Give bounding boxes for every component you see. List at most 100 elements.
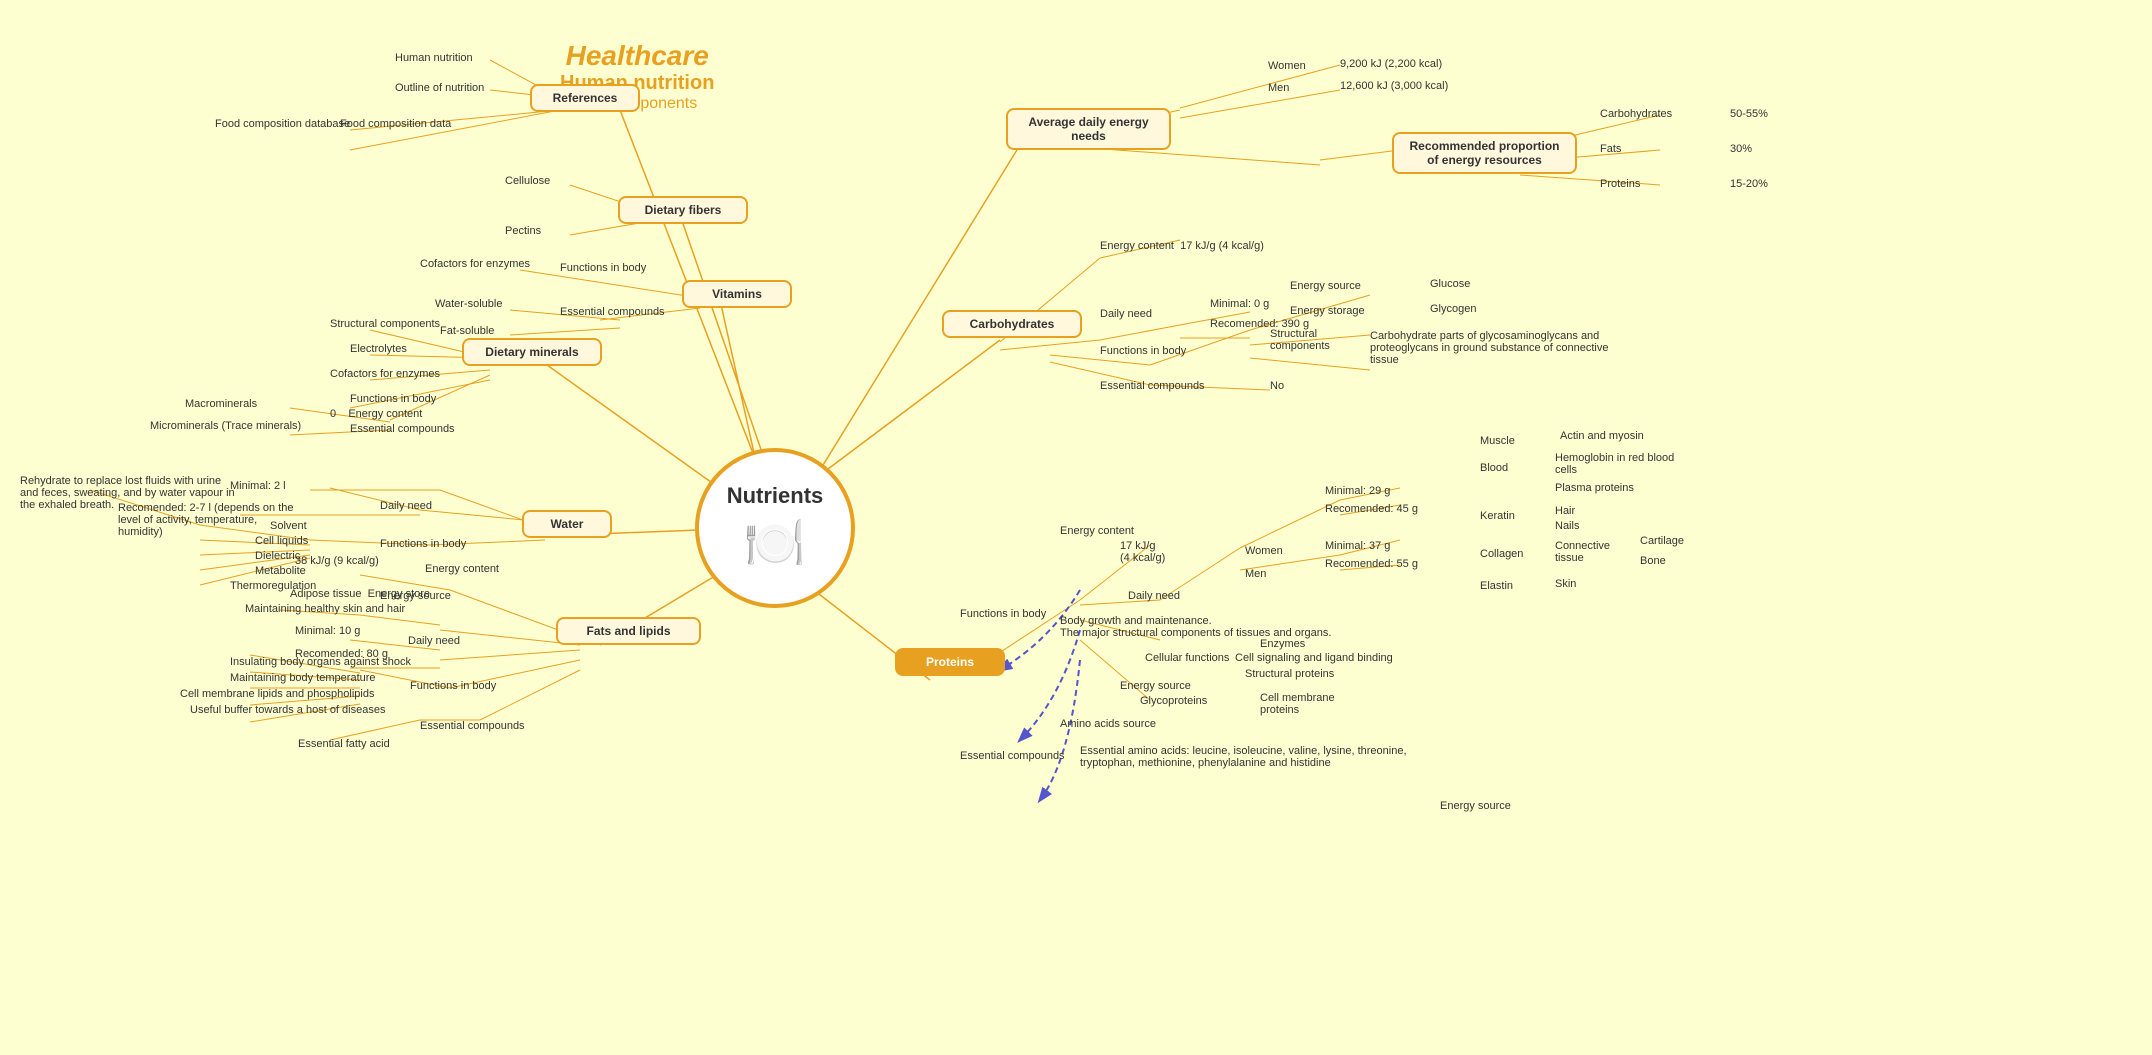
proteins-hemoglobin: Hemoglobin in red blood cells <box>1555 452 1685 476</box>
rec-proteins-label: Proteins <box>1600 178 1640 190</box>
fats-energy-content-label: Energy content <box>425 563 499 575</box>
proteins-cartilage: Cartilage <box>1640 535 1684 547</box>
proteins-energy-content-label: Energy content <box>1060 525 1134 537</box>
fats-functions: Functions in body <box>410 680 496 692</box>
proteins-essential-desc: Essential amino acids: leucine, isoleuci… <box>1080 745 1430 769</box>
vitamins-functions-label: Functions in body <box>560 262 646 274</box>
minerals-cofactors: Cofactors for enzymes <box>330 368 440 380</box>
fats-buffer: Useful buffer towards a host of diseases <box>190 704 385 716</box>
proteins-keratin: Keratin <box>1480 510 1515 522</box>
fats-min: Minimal: 10 g <box>295 625 360 637</box>
proteins-structural-proteins: Structural proteins <box>1245 668 1334 680</box>
water-daily-need: Daily need <box>380 500 432 512</box>
proteins-nails: Nails <box>1555 520 1579 532</box>
water-solvent: Solvent <box>270 520 307 532</box>
proteins-skin: Skin <box>1555 578 1576 590</box>
carb-essential-val: No <box>1270 380 1284 392</box>
proteins-daily-need: Daily need <box>1128 590 1180 602</box>
minerals-essential: Essential compounds <box>350 423 455 435</box>
proteins-essential-label: Essential compounds <box>960 750 1065 762</box>
water-rehydrate: Rehydrate to replace lost fluids with ur… <box>20 475 240 511</box>
carb-daily-min: Minimal: 0 g <box>1210 298 1269 310</box>
fats-insulating: Insulating body organs against shock <box>230 656 411 668</box>
proteins-men-rec: Recomended: 55 g <box>1325 558 1418 570</box>
recommended-proportion-box: Recommended proportion of energy resourc… <box>1392 132 1577 174</box>
proteins-energy-content-val: 17 kJ/g(4 kcal/g) <box>1120 540 1165 564</box>
rec-fats-label: Fats <box>1600 143 1621 155</box>
fats-adipose: Adipose tissue Energy store <box>290 588 430 600</box>
carb-glycogen: Glycogen <box>1430 303 1476 315</box>
proteins-women-min: Minimal: 29 g <box>1325 485 1390 497</box>
water-functions: Functions in body <box>380 538 466 550</box>
pectins-label: Pectins <box>505 225 541 237</box>
ref-human-nutrition: Human nutrition <box>395 52 473 64</box>
fats-essential-label: Essential compounds <box>420 720 525 732</box>
fats-maintaining-temp: Maintaining body temperature <box>230 672 376 684</box>
fats-daily-need: Daily need <box>408 635 460 647</box>
proteins-collagen: Collagen <box>1480 548 1523 560</box>
proteins-functions-label: Functions in body <box>960 608 1046 620</box>
avg-women-val: 9,200 kJ (2,200 kcal) <box>1340 58 1442 70</box>
proteins-women-label: Women <box>1245 545 1283 557</box>
carb-daily-need: Daily need <box>1100 308 1152 320</box>
minerals-microminerals: Microminerals (Trace minerals) <box>150 420 301 432</box>
ref-food-composition-db: Food composition database <box>215 118 350 130</box>
references-box: References <box>530 84 640 112</box>
proteins-women-rec: Recomended: 45 g <box>1325 503 1418 515</box>
proteins-cell-membrane: Cell membraneproteins <box>1260 692 1335 716</box>
carb-glucose: Glucose <box>1430 278 1470 290</box>
rec-fats-val: 30% <box>1730 143 1752 155</box>
fats-essential-fatty-acid: Essential fatty acid <box>298 738 390 750</box>
avg-men-label: Men <box>1268 82 1289 94</box>
rec-carb-label: Carbohydrates <box>1600 108 1672 120</box>
carb-structural-label: Structuralcomponents <box>1270 328 1330 352</box>
fats-lipids-box: Fats and lipids <box>556 617 701 645</box>
rec-proteins-val: 15-20% <box>1730 178 1768 190</box>
proteins-plasma: Plasma proteins <box>1555 482 1634 494</box>
avg-women-label: Women <box>1268 60 1306 72</box>
carbohydrates-box: Carbohydrates <box>942 310 1082 338</box>
carb-functions: Functions in body <box>1100 345 1186 357</box>
vitamins-water-soluble: Water-soluble <box>435 298 502 310</box>
proteins-men-min: Minimal: 37 g <box>1325 540 1390 552</box>
ref-outline: Outline of nutrition <box>395 82 484 94</box>
ref-food-composition-data: Food composition data <box>340 118 451 130</box>
title-healthcare: Healthcare <box>560 40 714 72</box>
proteins-functions-desc: Body growth and maintenance.The major st… <box>1060 615 1440 639</box>
carb-energy-source-label: Energy source <box>1290 280 1361 292</box>
center-node: Nutrients 🍽️ <box>695 448 855 608</box>
proteins-elastin: Elastin <box>1480 580 1513 592</box>
water-cell-liquids: Cell liquids <box>255 535 308 547</box>
vitamins-box: Vitamins <box>682 280 792 308</box>
proteins-hair: Hair <box>1555 505 1575 517</box>
proteins-connective: Connectivetissue <box>1555 540 1610 564</box>
minerals-electrolytes: Electrolytes <box>350 343 407 355</box>
avg-men-val: 12,600 kJ (3,000 kcal) <box>1340 80 1448 92</box>
carb-energy-content-label: Energy content 17 kJ/g (4 kcal/g) <box>1100 240 1264 252</box>
proteins-men-label: Men <box>1245 568 1266 580</box>
water-dielectric: Dielectric <box>255 550 300 562</box>
energy-source-bottom: Energy source <box>1440 800 1511 812</box>
proteins-muscle-label: Muscle <box>1480 435 1515 447</box>
proteins-amino-acids: Amino acids source <box>1060 718 1156 730</box>
proteins-box: Proteins <box>895 648 1005 676</box>
minerals-functions: Functions in body <box>350 393 436 405</box>
proteins-enzymes: Enzymes <box>1260 638 1305 650</box>
minerals-energy-content: 0 Energy content <box>330 408 422 420</box>
cellulose-label: Cellulose <box>505 175 550 187</box>
proteins-actin-myosin: Actin and myosin <box>1560 430 1644 442</box>
proteins-cell-signaling: Cell signaling and ligand binding <box>1235 652 1393 664</box>
carb-essential-label: Essential compounds <box>1100 380 1205 392</box>
fats-cell-membrane: Cell membrane lipids and phospholipids <box>180 688 374 700</box>
dietary-minerals-box: Dietary minerals <box>462 338 602 366</box>
fats-maintaining-skin: Maintaining healthy skin and hair <box>245 603 405 615</box>
proteins-cellular-label: Cellular functions <box>1145 652 1229 664</box>
proteins-bone: Bone <box>1640 555 1666 567</box>
dietary-fibers-box: Dietary fibers <box>618 196 748 224</box>
vitamins-fat-soluble: Fat-soluble <box>440 325 494 337</box>
carb-structural-desc: Carbohydrate parts of glycosaminoglycans… <box>1370 330 1630 366</box>
proteins-energy-source: Energy source <box>1120 680 1191 692</box>
rec-carb-val: 50-55% <box>1730 108 1768 120</box>
minerals-macrominerals: Macrominerals <box>185 398 257 410</box>
minerals-structural: Structural components <box>330 318 440 330</box>
